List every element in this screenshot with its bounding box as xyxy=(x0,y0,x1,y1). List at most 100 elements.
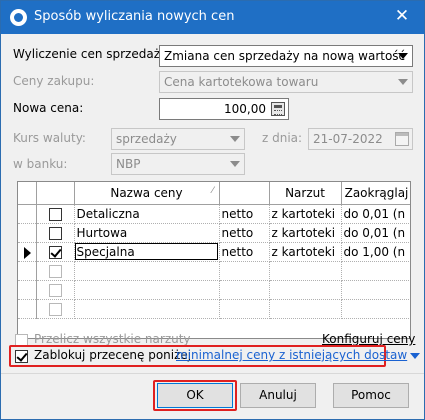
block-checkbox[interactable] xyxy=(15,349,28,363)
price-type-cell[interactable]: netto xyxy=(219,242,270,262)
exchange-rate-value: sprzedaży xyxy=(116,132,177,146)
price-name-cell[interactable]: Specjalna xyxy=(74,242,220,262)
app-icon xyxy=(10,9,27,26)
button-bar: OK Anuluj Pomoc xyxy=(1,374,424,419)
recalc-label: Przelicz wszystkie narzuty xyxy=(34,332,191,346)
price-type-cell[interactable] xyxy=(219,299,270,319)
column-header-name-label: Nazwa ceny xyxy=(110,185,183,200)
row-checkbox-cell[interactable] xyxy=(36,280,75,300)
column-header-type[interactable] xyxy=(219,182,270,205)
ok-button[interactable]: OK xyxy=(157,383,233,408)
markup-cell[interactable] xyxy=(269,280,342,300)
rounding-cell[interactable]: do 0,01 (n xyxy=(341,204,410,224)
row-checkbox[interactable] xyxy=(48,283,62,297)
table-row[interactable]: Detaliczna netto z kartoteki do 0,01 (n xyxy=(18,204,410,224)
markup-cell[interactable] xyxy=(269,299,342,319)
bank-value: NBP xyxy=(116,157,141,171)
new-price-label: Nowa cena: xyxy=(13,101,84,115)
cancel-button[interactable]: Anuluj xyxy=(240,383,316,408)
calc-method-value: Zmiana cen sprzedaży na nową wartość xyxy=(164,49,406,63)
calendar-icon[interactable] xyxy=(395,132,409,146)
purchase-price-value: Cena kartotekowa towaru xyxy=(164,75,319,89)
row-checkbox[interactable] xyxy=(48,207,62,221)
dialog-window: Sposób wyliczania nowych cen ✕ Wyliczeni… xyxy=(0,0,425,420)
rounding-cell[interactable] xyxy=(341,299,410,319)
price-name-cell[interactable]: Hurtowa xyxy=(74,223,220,243)
calculator-icon[interactable] xyxy=(271,102,285,116)
min-price-source-text: minimalnej ceny z istniejących dostaw xyxy=(176,348,408,362)
date-value: 21-07-2022 xyxy=(313,132,383,146)
table-row[interactable] xyxy=(18,280,410,300)
row-checkbox[interactable] xyxy=(48,245,62,259)
row-checkbox-cell[interactable] xyxy=(36,242,75,262)
price-type-cell[interactable]: netto xyxy=(219,223,270,243)
markup-cell[interactable]: z kartoteki xyxy=(269,242,342,262)
configure-prices-link[interactable]: Konfiguruj ceny xyxy=(322,332,415,346)
exchange-rate-select[interactable]: sprzedaży xyxy=(111,128,245,150)
new-price-input[interactable]: 100,00 xyxy=(159,98,289,120)
chevron-down-icon xyxy=(230,161,240,167)
block-label: Zablokuj przecenę poniżej xyxy=(34,348,192,362)
block-checkbox-box[interactable] xyxy=(15,350,28,363)
title-bar[interactable]: Sposób wyliczania nowych cen ✕ xyxy=(1,1,424,34)
chevron-down-icon xyxy=(398,53,408,59)
purchase-price-select[interactable]: Cena kartotekowa towaru xyxy=(159,71,413,93)
price-type-cell[interactable] xyxy=(219,261,270,281)
price-table: Nazwa ceny ⁄ Narzut Zaokrąglaj Detaliczna… xyxy=(18,182,410,319)
markup-cell[interactable] xyxy=(269,261,342,281)
row-checkbox-cell[interactable] xyxy=(36,223,75,243)
help-button[interactable]: Pomoc xyxy=(333,383,409,408)
date-label: z dnia: xyxy=(262,131,303,145)
min-price-source-link[interactable]: minimalnej ceny z istniejących dostaw xyxy=(176,348,421,362)
rounding-cell[interactable] xyxy=(341,280,410,300)
date-input[interactable]: 21-07-2022 xyxy=(308,128,413,150)
column-header-name[interactable]: Nazwa ceny ⁄ xyxy=(74,182,220,205)
markup-cell[interactable]: z kartoteki xyxy=(269,223,342,243)
column-header-check[interactable] xyxy=(36,182,75,205)
chevron-down-icon xyxy=(230,136,240,142)
table-header: Nazwa ceny ⁄ Narzut Zaokrąglaj xyxy=(18,182,410,205)
row-checkbox-cell[interactable] xyxy=(36,204,75,224)
rounding-cell[interactable]: do 0,01 (n xyxy=(341,223,410,243)
row-indicator xyxy=(18,280,37,300)
row-indicator xyxy=(18,242,37,262)
row-indicator xyxy=(18,261,37,281)
column-header-indicator xyxy=(18,182,37,205)
price-name-cell[interactable] xyxy=(74,280,220,300)
table-row[interactable] xyxy=(18,261,410,281)
row-checkbox-cell[interactable] xyxy=(36,299,75,319)
row-checkbox[interactable] xyxy=(48,302,62,316)
table-row[interactable]: Hurtowa netto z kartoteki do 0,01 (n xyxy=(18,223,410,243)
rounding-cell[interactable] xyxy=(341,261,410,281)
calc-method-select[interactable]: Zmiana cen sprzedaży na nową wartość xyxy=(159,45,413,67)
chevron-down-icon xyxy=(398,79,408,85)
price-name-cell[interactable]: Detaliczna xyxy=(74,204,220,224)
price-grid[interactable]: Nazwa ceny ⁄ Narzut Zaokrąglaj Detaliczna… xyxy=(17,181,411,339)
row-indicator xyxy=(18,299,37,319)
row-checkbox[interactable] xyxy=(48,226,62,240)
table-row[interactable]: Specjalna netto z kartoteki do 1,00 (n xyxy=(18,242,410,262)
new-price-value: 100,00 xyxy=(224,102,266,116)
column-header-markup[interactable]: Narzut xyxy=(269,182,342,205)
bank-label: w banku: xyxy=(13,157,68,171)
row-checkbox-cell[interactable] xyxy=(36,261,75,281)
table-row[interactable] xyxy=(18,299,410,319)
dialog-body: Wyliczenie cen sprzedaży: Zmiana cen spr… xyxy=(1,34,424,419)
price-type-cell[interactable]: netto xyxy=(219,204,270,224)
exchange-rate-label: Kurs waluty: xyxy=(13,131,86,145)
markup-cell[interactable]: z kartoteki xyxy=(269,204,342,224)
column-header-rounding[interactable]: Zaokrąglaj xyxy=(341,182,410,205)
calc-method-label: Wyliczenie cen sprzedaży: xyxy=(13,47,171,61)
close-icon[interactable]: ✕ xyxy=(392,6,412,26)
row-checkbox[interactable] xyxy=(48,264,62,278)
rounding-cell[interactable]: do 1,00 (n xyxy=(341,242,410,262)
price-name-cell[interactable] xyxy=(74,261,220,281)
chevron-down-icon xyxy=(410,352,421,359)
purchase-price-label: Ceny zakupu: xyxy=(13,74,95,88)
row-indicator xyxy=(18,223,37,243)
sort-icon: ⁄ xyxy=(211,186,214,196)
row-indicator xyxy=(18,204,37,224)
bank-select[interactable]: NBP xyxy=(111,153,245,175)
price-type-cell[interactable] xyxy=(219,280,270,300)
price-name-cell[interactable] xyxy=(74,299,220,319)
